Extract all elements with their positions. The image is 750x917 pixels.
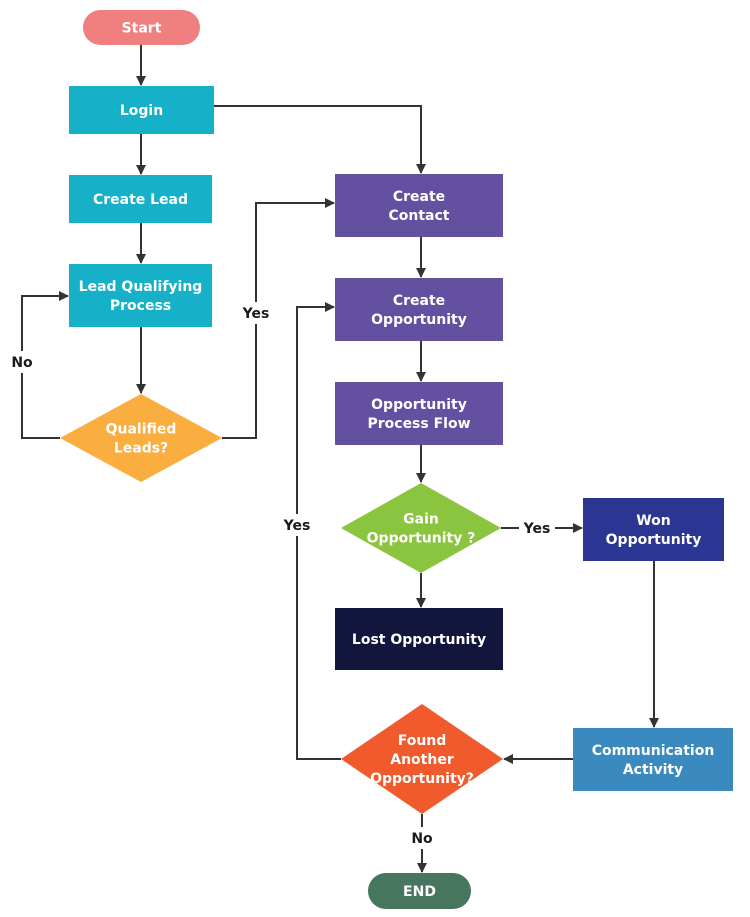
node-label: Won <box>636 513 671 529</box>
node-label: Lead Qualifying <box>79 279 203 295</box>
node-label: Communication <box>592 743 715 759</box>
node-label: Start <box>122 21 162 37</box>
node-label: Opportunity <box>606 532 702 548</box>
node-label: Process <box>110 298 171 314</box>
node-end: END <box>368 873 471 909</box>
node-gain-opportunity: Gain Opportunity ? <box>341 483 501 573</box>
node-create-contact: Create Contact <box>335 174 503 237</box>
node-label: Create <box>393 293 445 309</box>
node-lost-opportunity: Lost Opportunity <box>335 608 503 670</box>
node-login: Login <box>69 86 214 134</box>
edge-label-yes: Yes <box>523 521 551 537</box>
node-label: Process Flow <box>367 416 470 432</box>
node-label: Activity <box>623 762 683 778</box>
node-label: Lost Opportunity <box>352 632 486 648</box>
node-qualified-leads: Qualified Leads? <box>60 394 222 482</box>
node-label: Found <box>398 733 447 749</box>
process-box <box>335 278 503 341</box>
node-label: Qualified <box>106 422 177 438</box>
node-label: END <box>403 884 436 900</box>
node-label: Leads? <box>114 441 168 457</box>
node-communication-activity: Communication Activity <box>573 728 733 791</box>
node-start: Start <box>83 10 200 45</box>
node-opportunity-process-flow: Opportunity Process Flow <box>335 382 503 445</box>
node-label: Opportunity <box>371 397 467 413</box>
node-label: Contact <box>389 208 450 224</box>
process-box <box>573 728 733 791</box>
process-box <box>335 174 503 237</box>
edge-label-yes: Yes <box>242 306 270 322</box>
edge-label-no: No <box>411 831 433 847</box>
node-label: Opportunity ? <box>367 531 476 547</box>
process-box <box>583 498 724 561</box>
node-label: Create Lead <box>93 192 188 208</box>
node-label: Opportunity <box>371 312 467 328</box>
process-box <box>69 264 212 327</box>
node-won-opportunity: Won Opportunity <box>583 498 724 561</box>
decision-diamond <box>341 483 501 573</box>
flowchart-diagram: Start Login Create Lead Lead Qualifying Proc… <box>4 10 733 909</box>
node-label: Another <box>390 752 454 768</box>
node-create-opportunity: Create Opportunity <box>335 278 503 341</box>
node-found-another: Found Another Opportunity? <box>341 704 503 814</box>
node-label: Create <box>393 189 445 205</box>
node-lead-qualifying: Lead Qualifying Process <box>69 264 212 327</box>
process-box <box>335 382 503 445</box>
connector-login-to-create-contact <box>214 105 426 174</box>
edge-label-yes: Yes <box>283 518 311 534</box>
decision-diamond <box>60 394 222 482</box>
edge-label-no: No <box>11 355 33 371</box>
node-label: Gain <box>403 512 439 528</box>
node-label: Login <box>120 103 163 119</box>
node-create-lead: Create Lead <box>69 175 212 223</box>
node-label: Opportunity? <box>370 771 474 787</box>
